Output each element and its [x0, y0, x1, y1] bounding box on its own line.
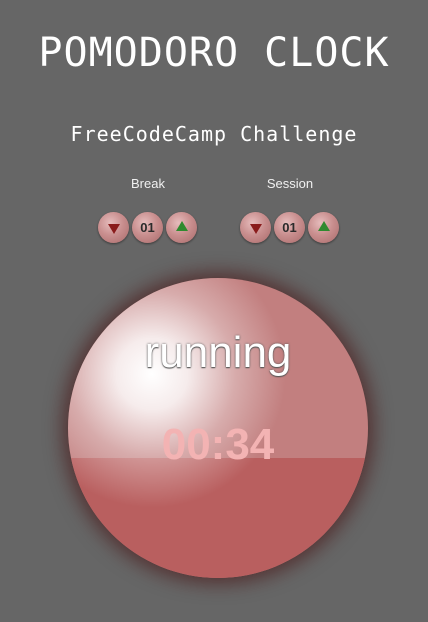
arrow-down-icon [107, 224, 120, 234]
app-subtitle: FreeCodeCamp Challenge [70, 122, 358, 146]
timer-status: running [144, 328, 292, 377]
arrow-down-icon [249, 224, 262, 234]
session-adjuster: 01 [240, 212, 340, 244]
session-increment-button[interactable] [308, 212, 339, 243]
timer-clock-button[interactable]: running 00:34 [68, 278, 368, 578]
break-label: Break [131, 176, 165, 191]
arrow-up-icon [317, 221, 330, 231]
break-decrement-button[interactable] [98, 212, 129, 243]
session-label: Session [266, 176, 314, 191]
break-control: Break 01 [88, 176, 208, 243]
session-control: Session 01 [230, 176, 350, 243]
arrow-up-icon [175, 221, 188, 231]
break-length-value: 01 [140, 220, 155, 235]
break-adjuster: 01 [98, 212, 198, 244]
session-decrement-button[interactable] [240, 212, 271, 243]
timer-time: 00:34 [161, 420, 275, 469]
session-length-value: 01 [282, 220, 297, 235]
break-increment-button[interactable] [166, 212, 197, 243]
session-length-display: 01 [274, 212, 305, 243]
app-title: Pomodoro Clock [38, 30, 390, 76]
break-length-display: 01 [132, 212, 163, 243]
